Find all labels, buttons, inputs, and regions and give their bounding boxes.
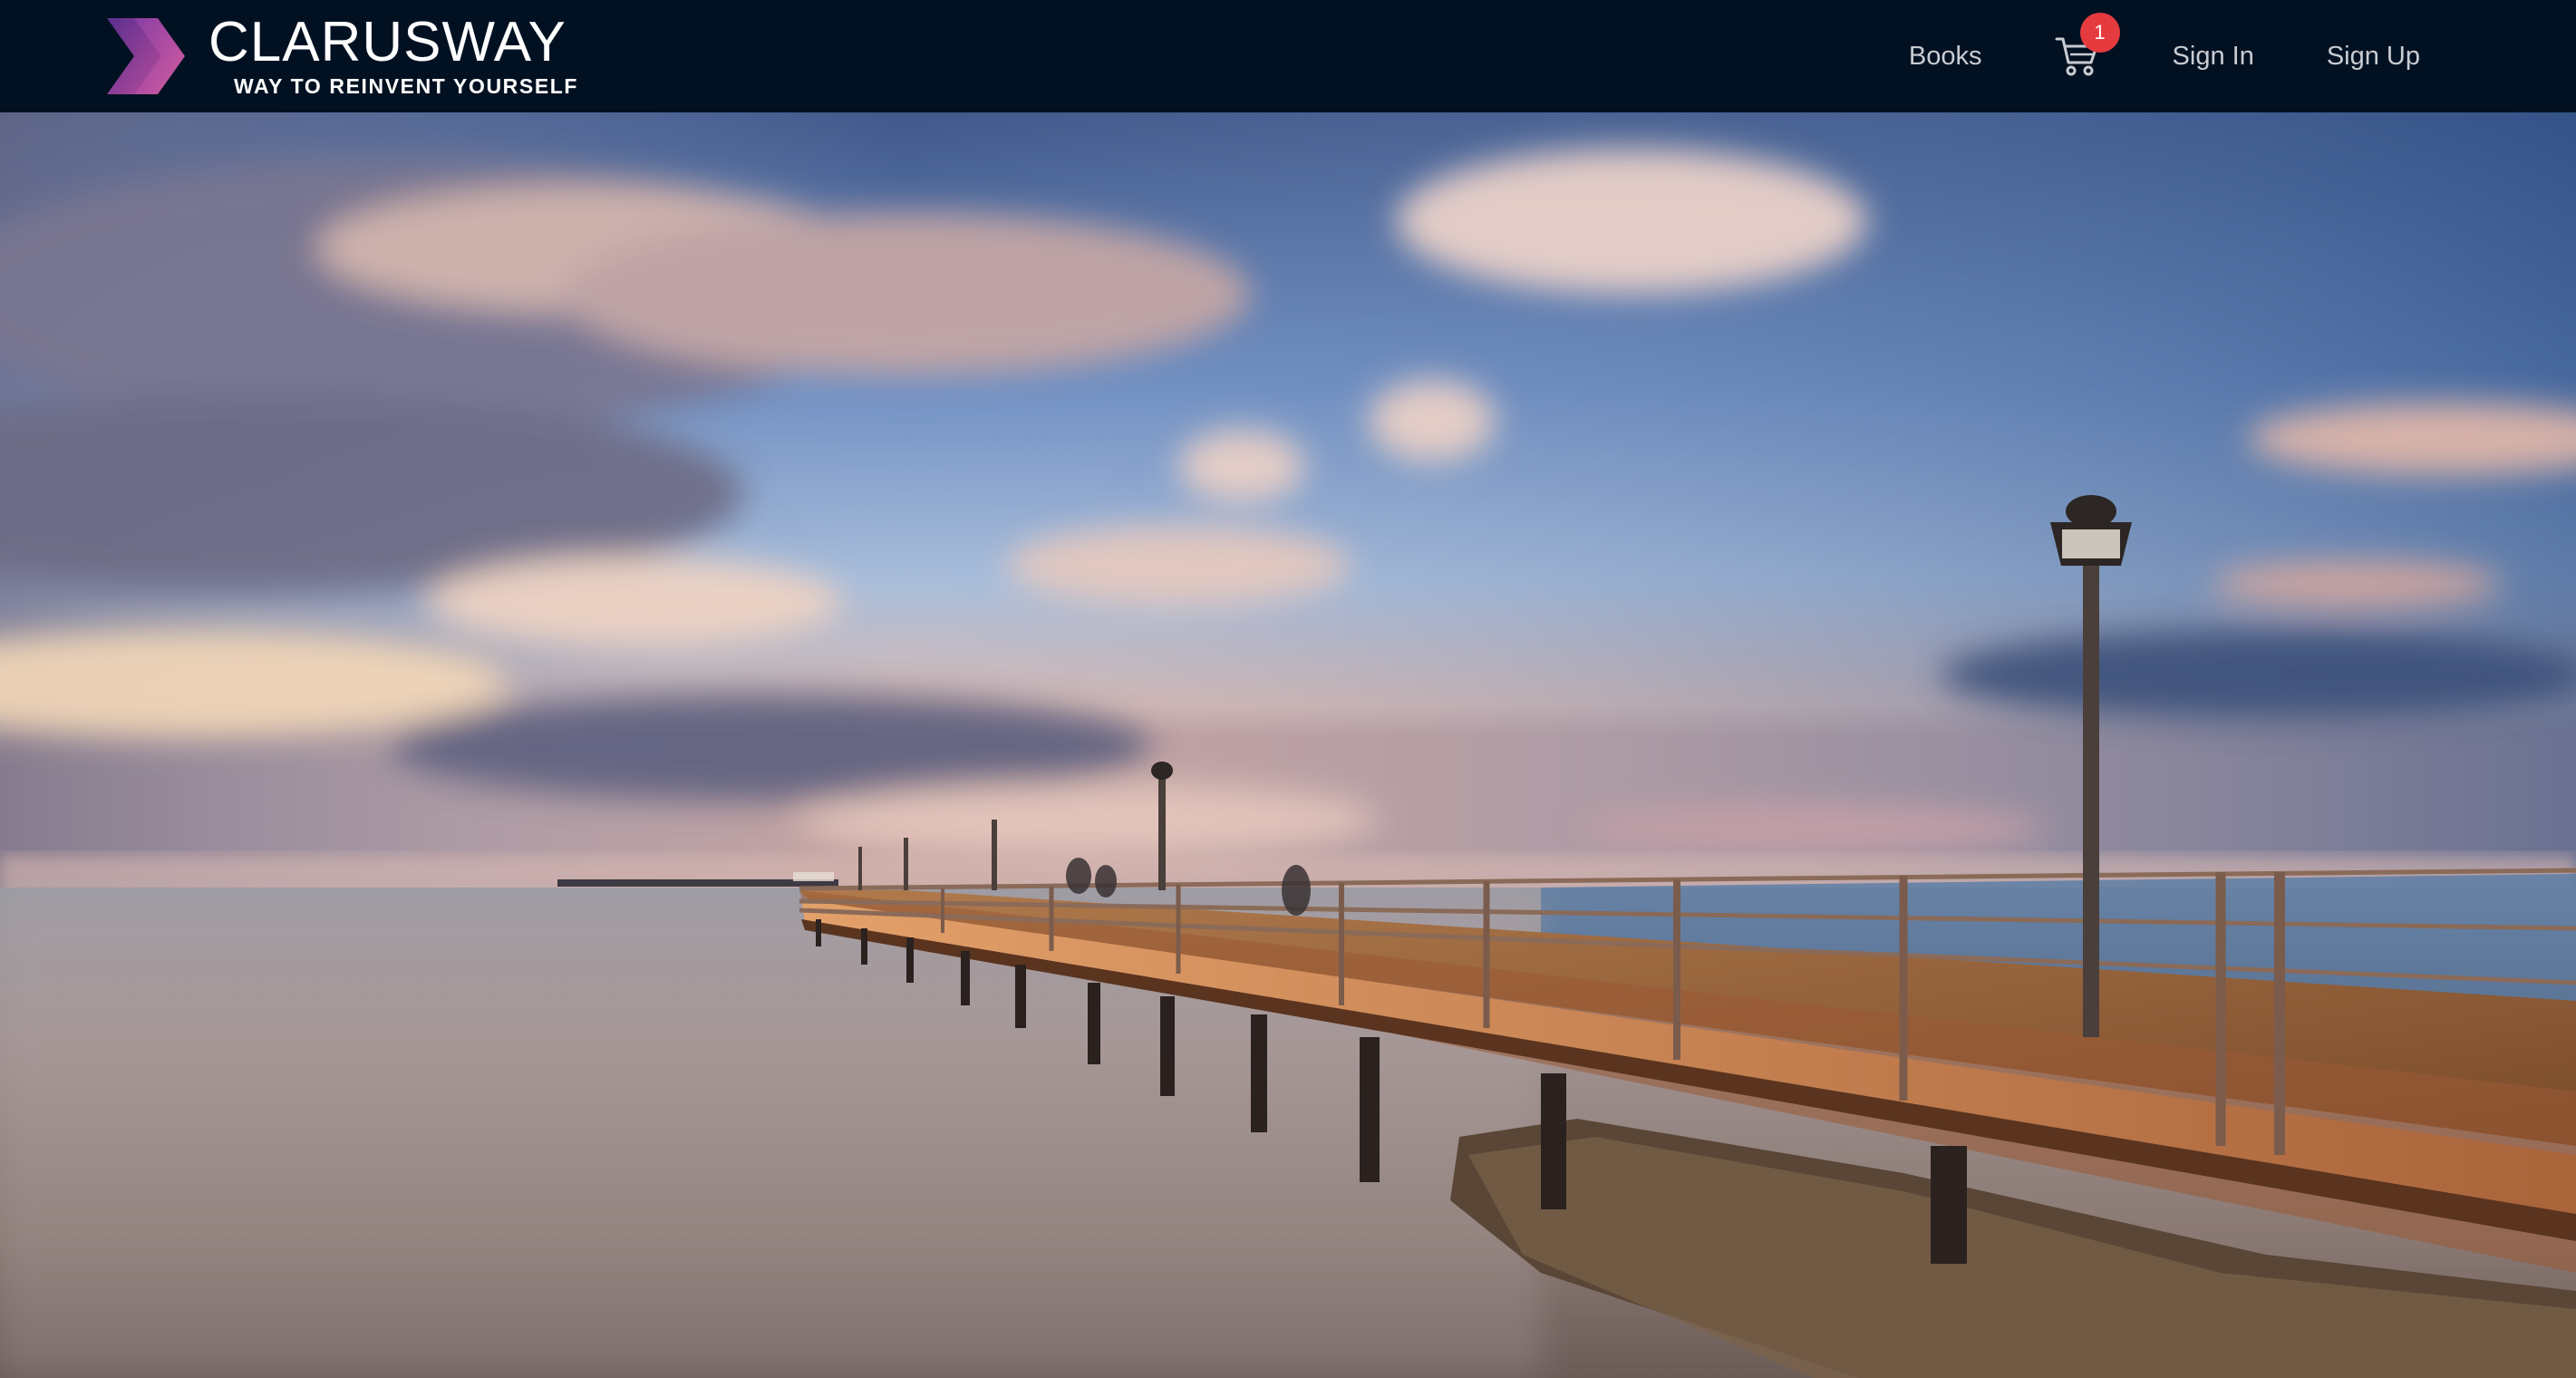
brand-tagline: WAY TO REINVENT YOURSELF: [234, 74, 579, 98]
nav-links: Books 1 Sign In Sign Up: [1873, 0, 2456, 112]
brand-logo-link[interactable]: CLARUSWAY WAY TO REINVENT YOURSELF: [103, 11, 578, 102]
navbar: CLARUSWAY WAY TO REINVENT YOURSELF Books…: [0, 0, 2576, 112]
brand-name: CLARUSWAY: [208, 11, 567, 73]
cart-count-badge: 1: [2079, 13, 2120, 53]
nav-signin-link[interactable]: Sign In: [2136, 42, 2290, 72]
nav-signup-link[interactable]: Sign Up: [2290, 42, 2456, 72]
brand-text: CLARUSWAY WAY TO REINVENT YOURSELF: [208, 11, 579, 99]
pier-sunset-hero-image: [0, 112, 2576, 1378]
nav-books-link[interactable]: Books: [1873, 42, 2019, 72]
cart-button[interactable]: 1: [2019, 0, 2136, 112]
chevron-logo-icon: [107, 18, 185, 94]
hero-banner: [0, 112, 2576, 1378]
